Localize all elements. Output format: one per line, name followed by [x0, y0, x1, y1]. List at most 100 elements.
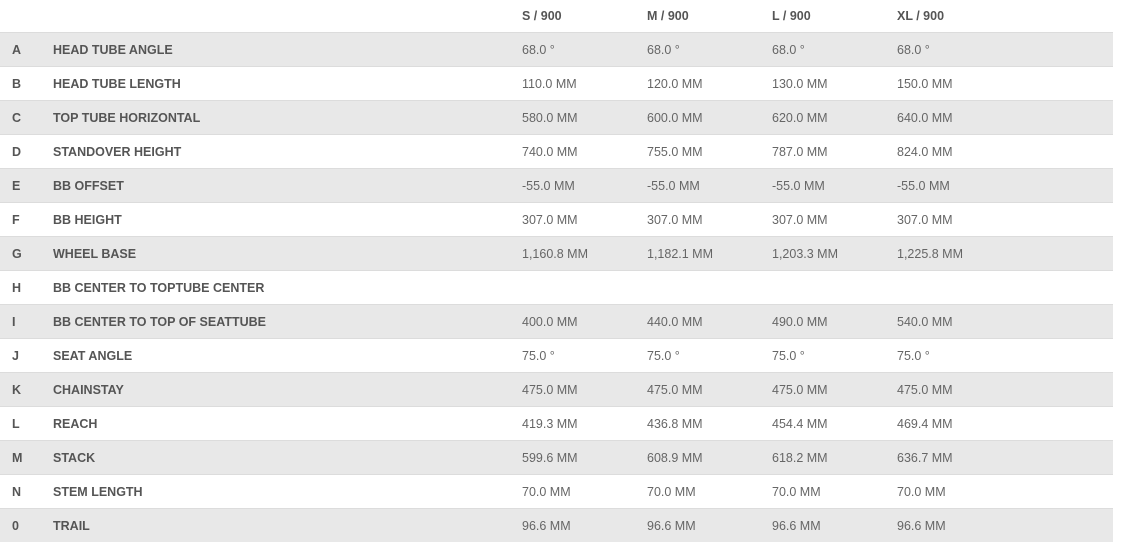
value-l: 68.0 ° [772, 43, 805, 57]
value-m: 440.0 MM [647, 315, 703, 329]
value-m: -55.0 MM [647, 179, 700, 193]
table-row: J SEAT ANGLE 75.0 ° 75.0 ° 75.0 ° 75.0 ° [0, 338, 1113, 372]
value-xl: 640.0 MM [897, 111, 953, 125]
value-s: 75.0 ° [522, 349, 555, 363]
value-m: 120.0 MM [647, 77, 703, 91]
value-s: 580.0 MM [522, 111, 578, 125]
value-l: 96.6 MM [772, 519, 821, 533]
value-xl: 68.0 ° [897, 43, 930, 57]
value-l: 618.2 MM [772, 451, 828, 465]
value-m: 755.0 MM [647, 145, 703, 159]
table-row: B HEAD TUBE LENGTH 110.0 MM 120.0 MM 130.0 M… [0, 66, 1113, 100]
table-row: G WHEEL BASE 1,160.8 MM 1,182.1 MM 1,203.3 M… [0, 236, 1113, 270]
table-body: A HEAD TUBE ANGLE 68.0 ° 68.0 ° 68.0 ° 68.0 °… [0, 32, 1113, 542]
row-letter: D [12, 145, 22, 159]
value-l: 454.4 MM [772, 417, 828, 431]
value-s: 110.0 MM [522, 77, 577, 91]
value-xl: -55.0 MM [897, 179, 950, 193]
value-s: 599.6 MM [522, 451, 578, 465]
row-label: STANDOVER HEIGHT [53, 145, 182, 159]
value-xl: 150.0 MM [897, 77, 953, 91]
row-label: TRAIL [53, 519, 90, 533]
value-xl: 75.0 ° [897, 349, 930, 363]
row-label: BB CENTER TO TOPTUBE CENTER [53, 281, 265, 295]
value-s: 740.0 MM [522, 145, 578, 159]
value-m: 70.0 MM [647, 485, 696, 499]
row-label: STACK [53, 451, 96, 465]
value-s: 400.0 MM [522, 315, 578, 329]
value-xl: 636.7 MM [897, 451, 953, 465]
row-label: SEAT ANGLE [53, 349, 133, 363]
row-letter: 0 [12, 519, 19, 533]
table-row: K CHAINSTAY 475.0 MM 475.0 MM 475.0 MM 475.0 … [0, 372, 1113, 406]
row-label: BB CENTER TO TOP OF SEATTUBE [53, 315, 266, 329]
value-m: 96.6 MM [647, 519, 696, 533]
value-l: 307.0 MM [772, 213, 828, 227]
row-label: REACH [53, 417, 98, 431]
row-letter: L [12, 417, 20, 431]
size-header-s: S / 900 [522, 9, 562, 23]
value-l: 1,203.3 MM [772, 247, 839, 261]
value-l: 70.0 MM [772, 485, 821, 499]
value-s: -55.0 MM [522, 179, 575, 193]
row-label: WHEEL BASE [53, 247, 137, 261]
row-label: HEAD TUBE ANGLE [53, 43, 173, 57]
value-m: 475.0 MM [647, 383, 703, 397]
row-label: BB OFFSET [53, 179, 124, 193]
row-letter: J [12, 349, 19, 363]
value-l: 620.0 MM [772, 111, 828, 125]
value-l: 787.0 MM [772, 145, 828, 159]
value-xl: 824.0 MM [897, 145, 953, 159]
value-xl: 70.0 MM [897, 485, 946, 499]
value-xl: 475.0 MM [897, 383, 953, 397]
row-letter: H [12, 281, 22, 295]
row-letter: K [12, 383, 22, 397]
size-header-m: M / 900 [647, 9, 689, 23]
size-header-l: L / 900 [772, 9, 811, 23]
value-l: 130.0 MM [772, 77, 828, 91]
value-xl: 96.6 MM [897, 519, 946, 533]
value-xl: 307.0 MM [897, 213, 953, 227]
value-m: 436.8 MM [647, 417, 703, 431]
row-label: BB HEIGHT [53, 213, 122, 227]
table-row: L REACH 419.3 MM 436.8 MM 454.4 MM 469.4 MM [0, 406, 1113, 440]
table-row: 0 TRAIL 96.6 MM 96.6 MM 96.6 MM 96.6 MM [0, 508, 1113, 542]
value-s: 68.0 ° [522, 43, 555, 57]
row-letter: C [12, 111, 22, 125]
table-row: C TOP TUBE HORIZONTAL 580.0 MM 600.0 MM 620.… [0, 100, 1113, 134]
row-letter: I [12, 315, 16, 329]
table-row: A HEAD TUBE ANGLE 68.0 ° 68.0 ° 68.0 ° 68.0 ° [0, 32, 1113, 66]
value-s: 1,160.8 MM [522, 247, 589, 261]
row-letter: F [12, 213, 20, 227]
geometry-table: S / 900 M / 900 L / 900 XL / 900 A HEAD T… [0, 0, 1113, 542]
row-label: TOP TUBE HORIZONTAL [53, 111, 201, 125]
row-letter: A [12, 43, 22, 57]
value-l: -55.0 MM [772, 179, 825, 193]
value-s: 96.6 MM [522, 519, 571, 533]
value-m: 307.0 MM [647, 213, 703, 227]
value-xl: 1,225.8 MM [897, 247, 964, 261]
value-m: 608.9 MM [647, 451, 703, 465]
table-row: D STANDOVER HEIGHT 740.0 MM 755.0 MM 787.0 M… [0, 134, 1113, 168]
value-l: 490.0 MM [772, 315, 828, 329]
row-letter: M [12, 451, 23, 465]
row-letter: G [12, 247, 22, 261]
value-m: 68.0 ° [647, 43, 680, 57]
row-label: STEM LENGTH [53, 485, 143, 499]
row-letter: E [12, 179, 21, 193]
value-s: 70.0 MM [522, 485, 571, 499]
row-letter: B [12, 77, 22, 91]
row-letter: N [12, 485, 22, 499]
value-xl: 540.0 MM [897, 315, 953, 329]
value-s: 419.3 MM [522, 417, 578, 431]
value-l: 75.0 ° [772, 349, 805, 363]
row-label: HEAD TUBE LENGTH [53, 77, 181, 91]
value-m: 600.0 MM [647, 111, 703, 125]
table-row: F BB HEIGHT 307.0 MM 307.0 MM 307.0 MM 307.0 … [0, 202, 1113, 236]
size-header-xl: XL / 900 [897, 9, 945, 23]
table-row: I BB CENTER TO TOP OF SEATTUBE 400.0 MM 440… [0, 304, 1113, 338]
table-row: E BB OFFSET -55.0 MM -55.0 MM -55.0 MM -55.0 … [0, 168, 1113, 202]
value-s: 307.0 MM [522, 213, 578, 227]
value-l: 475.0 MM [772, 383, 828, 397]
value-m: 1,182.1 MM [647, 247, 714, 261]
